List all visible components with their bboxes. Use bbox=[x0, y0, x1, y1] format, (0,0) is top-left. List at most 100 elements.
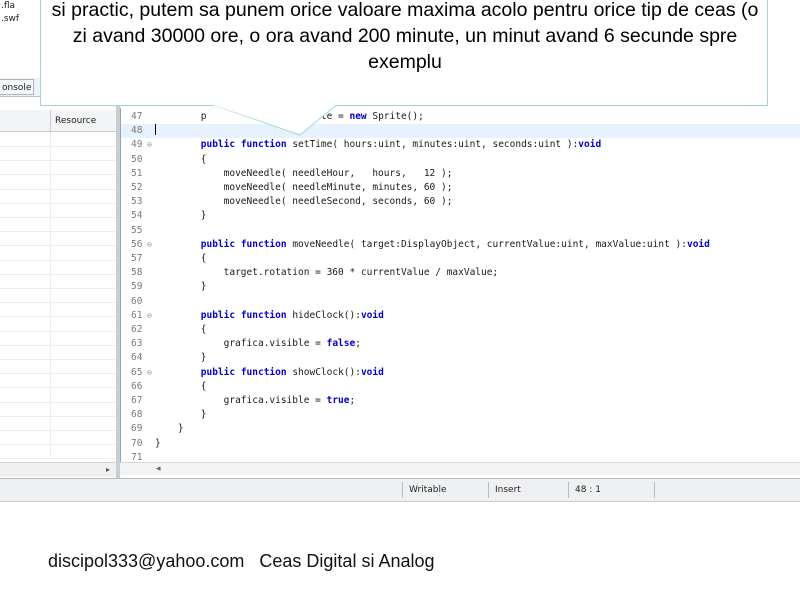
row-separator bbox=[50, 373, 51, 388]
code-line[interactable]: 70} bbox=[121, 437, 800, 451]
row-separator bbox=[50, 330, 51, 345]
panel-row[interactable] bbox=[0, 345, 116, 360]
file-item-fla[interactable]: .fla bbox=[0, 0, 40, 13]
code-line[interactable]: 66 { bbox=[121, 380, 800, 394]
panel-row[interactable] bbox=[0, 387, 116, 403]
panel-row[interactable] bbox=[0, 160, 116, 176]
code-line[interactable]: 53 moveNeedle( needleSecond, seconds, 60… bbox=[121, 195, 800, 209]
code-line[interactable]: 61 ⊖ public function hideClock():void bbox=[121, 309, 800, 323]
row-separator bbox=[50, 345, 51, 359]
panel-row[interactable] bbox=[0, 203, 116, 218]
code-line[interactable]: 48 bbox=[121, 124, 800, 139]
scroll-left-arrow-icon[interactable]: ◂ bbox=[156, 463, 161, 474]
code-line[interactable]: 69 } bbox=[121, 422, 800, 436]
panel-horizontal-scrollbar[interactable]: ▸ bbox=[0, 462, 116, 477]
panel-row[interactable] bbox=[0, 416, 116, 431]
code-line[interactable]: 56 ⊖ public function moveNeedle( target:D… bbox=[121, 238, 800, 252]
line-number: 67 bbox=[131, 395, 143, 406]
panel-row[interactable] bbox=[0, 188, 116, 204]
code-editor[interactable]: 47 p : Sprite = new Sprite(); 48 49 ⊖ publi… bbox=[120, 108, 800, 474]
line-number: 52 bbox=[131, 182, 143, 193]
line-number: 68 bbox=[131, 409, 143, 421]
column-header-resource[interactable]: Resource bbox=[50, 110, 116, 131]
line-number: 54 bbox=[131, 210, 143, 222]
panel-row[interactable] bbox=[0, 274, 116, 289]
text-caret bbox=[155, 124, 156, 136]
panel-row[interactable] bbox=[0, 302, 116, 318]
code-text: } bbox=[155, 281, 207, 293]
panel-row[interactable] bbox=[0, 359, 116, 375]
code-line[interactable]: 49 ⊖ public function setTime( hours:uint,… bbox=[121, 138, 800, 152]
code-line[interactable]: 62 { bbox=[121, 323, 800, 337]
panel-header: Resource bbox=[0, 110, 116, 132]
code-text bbox=[155, 124, 156, 138]
footer-email[interactable]: discipol333@yahoo.com bbox=[48, 551, 244, 571]
row-separator bbox=[50, 217, 51, 232]
code-line[interactable]: 52 moveNeedle( needleMinute, minutes, 60… bbox=[121, 181, 800, 195]
tab-console[interactable]: onsole bbox=[0, 79, 34, 95]
fold-toggle-icon[interactable]: ⊖ bbox=[147, 309, 152, 323]
code-line[interactable]: 47 p : Sprite = new Sprite(); bbox=[121, 110, 800, 124]
line-number: 51 bbox=[131, 167, 143, 179]
panel-row[interactable] bbox=[0, 401, 116, 417]
code-line[interactable]: 51 moveNeedle( needleHour, hours, 12 ); bbox=[121, 167, 800, 181]
panel-row[interactable] bbox=[0, 217, 116, 233]
code-line[interactable]: 57 { bbox=[121, 252, 800, 266]
code-line[interactable]: 68 } bbox=[121, 408, 800, 422]
panel-row[interactable] bbox=[0, 259, 116, 275]
panel-row[interactable] bbox=[0, 174, 116, 190]
fold-toggle-icon[interactable]: ⊖ bbox=[147, 366, 152, 380]
code-line[interactable]: 64 } bbox=[121, 351, 800, 365]
line-number: 55 bbox=[131, 224, 143, 236]
panel-row[interactable] bbox=[0, 245, 116, 261]
line-number: 64 bbox=[131, 352, 143, 364]
panel-row[interactable] bbox=[0, 330, 116, 346]
code-line[interactable]: 67 grafica.visible = true; bbox=[121, 394, 800, 408]
code-line[interactable]: 59 } bbox=[121, 280, 800, 294]
code-line[interactable]: 54 } bbox=[121, 209, 800, 223]
row-separator bbox=[50, 387, 51, 402]
code-line[interactable]: 58 target.rotation = 360 * currentValue … bbox=[121, 266, 800, 280]
code-line[interactable]: 55 bbox=[121, 224, 800, 238]
code-line[interactable]: 65 ⊖ public function showClock():void bbox=[121, 366, 800, 380]
line-number: 63 bbox=[131, 338, 143, 350]
status-writable: Writable bbox=[402, 482, 488, 498]
footer: discipol333@yahoo.com Ceas Digital si An… bbox=[48, 551, 435, 572]
code-text: { bbox=[155, 253, 207, 264]
code-line[interactable]: 60 bbox=[121, 295, 800, 309]
status-cursor-position: 48 : 1 bbox=[568, 482, 654, 498]
panel-row[interactable] bbox=[0, 430, 116, 446]
line-number: 62 bbox=[131, 324, 143, 335]
fold-toggle-icon[interactable]: ⊖ bbox=[147, 238, 152, 252]
code-text: p : Sprite = new Sprite(); bbox=[155, 111, 424, 122]
row-separator bbox=[50, 203, 51, 217]
row-separator bbox=[50, 245, 51, 260]
code-text: public function hideClock():void bbox=[200, 309, 384, 321]
line-number: 53 bbox=[131, 196, 143, 208]
scroll-right-arrow-icon[interactable]: ▸ bbox=[106, 465, 110, 474]
panel-row[interactable] bbox=[0, 373, 116, 389]
code-text: { bbox=[155, 380, 207, 392]
row-separator bbox=[50, 359, 51, 374]
editor-horizontal-scrollbar[interactable]: ◂ bbox=[120, 462, 800, 475]
row-separator bbox=[50, 146, 51, 161]
panel-row[interactable] bbox=[0, 444, 116, 460]
row-separator bbox=[50, 430, 51, 445]
callout-box: si practic, putem sa punem orice valoare… bbox=[40, 0, 768, 106]
row-separator bbox=[50, 302, 51, 317]
code-line[interactable]: 50 { bbox=[121, 153, 800, 167]
fold-toggle-icon[interactable]: ⊖ bbox=[147, 138, 152, 152]
code-line[interactable]: 63 grafica.visible = false; bbox=[121, 337, 800, 351]
code-text: grafica.visible = true; bbox=[155, 395, 356, 406]
code-text: public function moveNeedle( target:Displ… bbox=[200, 238, 710, 250]
file-item-swf[interactable]: .swf bbox=[0, 13, 40, 26]
callout-text: si practic, putem sa punem orice valoare… bbox=[51, 0, 759, 73]
line-number: 57 bbox=[131, 253, 143, 264]
code-text: moveNeedle( needleSecond, seconds, 60 ); bbox=[155, 196, 453, 208]
panel-row[interactable] bbox=[0, 231, 116, 247]
panel-row[interactable] bbox=[0, 132, 116, 147]
footer-title: Ceas Digital si Analog bbox=[259, 551, 435, 571]
panel-row[interactable] bbox=[0, 146, 116, 162]
panel-row[interactable] bbox=[0, 288, 116, 304]
panel-row[interactable] bbox=[0, 316, 116, 332]
